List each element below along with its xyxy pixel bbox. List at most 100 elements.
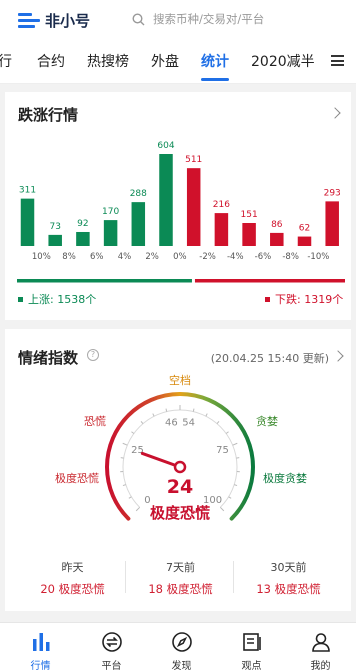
bar-value-label: 311 [19, 186, 36, 196]
bar-value-label: 86 [271, 220, 283, 230]
tab-halving-2020[interactable]: 2020减半 [251, 40, 315, 84]
bar-value-label: 604 [157, 141, 174, 151]
gauge-tick [152, 413, 155, 417]
rise-fall-card: 跌涨行情 311 73 92 170 288 604 511 216 151 86 62 293 10%… [5, 92, 351, 320]
nav-market[interactable]: 行情 [5, 623, 76, 671]
category-tick-label: 4% [118, 252, 132, 262]
tab-market[interactable]: 行 [0, 40, 12, 84]
up-proportion-bar [17, 279, 192, 283]
gauge-needle-hub [173, 460, 187, 474]
history-yesterday: 昨天 20 极度恐慌 [15, 559, 130, 597]
exchange-icon [101, 632, 122, 652]
up-count-label: 上涨: 1538个 [28, 293, 97, 306]
category-tick-label: -4% [227, 252, 244, 262]
search-input[interactable]: 搜索币种/交易对/平台 [132, 11, 264, 27]
bar-value-label: 511 [185, 155, 202, 165]
bar-value-label: 62 [299, 224, 310, 234]
search-placeholder: 搜索币种/交易对/平台 [153, 12, 265, 26]
gauge-arc [105, 392, 255, 521]
bar [297, 236, 312, 246]
bar-value-label: 293 [324, 188, 341, 198]
bar-value-label: 288 [130, 189, 147, 199]
bar-value-label: 170 [102, 207, 119, 217]
user-icon [311, 633, 330, 652]
bar [103, 220, 118, 246]
gauge-tick [165, 408, 168, 412]
nav-discover[interactable]: 发现 [146, 623, 217, 671]
app-root: 非小号 搜索币种/交易对/平台 行 合约 热搜榜 外盘 统计 2020减半 跌涨… [0, 0, 356, 671]
sentiment-card: 情绪指数 ? (20.04.25 15:40 更新) 0 25 46 54 75 100 2… [5, 329, 351, 611]
nav-label: 我的 [310, 661, 331, 671]
top-bar: 非小号 搜索币种/交易对/平台 [0, 0, 356, 40]
active-tab-indicator [201, 78, 229, 81]
tab-contract[interactable]: 合约 [37, 40, 65, 84]
category-tabs: 行 合约 热搜榜 外盘 统计 2020减半 [0, 40, 356, 84]
gauge-tick [205, 413, 208, 417]
gauge-tick [128, 496, 132, 499]
gauge-tick [219, 506, 225, 512]
tab-foreign-market[interactable]: 外盘 [151, 40, 179, 84]
gauge-tick [216, 421, 220, 424]
down-legend: 下跌: 1319个 [265, 291, 343, 307]
nav-mine[interactable]: 我的 [285, 623, 356, 671]
gauge-tick [122, 442, 128, 446]
menu-icon[interactable] [331, 55, 344, 66]
bar-value-label: 92 [77, 219, 88, 229]
history-value: 18 极度恐慌 [148, 582, 213, 596]
search-icon [132, 12, 145, 25]
up-legend: 上涨: 1538个 [18, 291, 96, 307]
zone-label-extreme-fear: 极度恐慌 [55, 472, 99, 485]
history-value: 20 极度恐慌 [40, 582, 105, 596]
nav-label: 行情 [30, 661, 51, 671]
bar-value-label: 151 [241, 210, 258, 220]
gauge-tick [228, 496, 232, 499]
category-tick-label: 0% [173, 252, 187, 262]
history-7-days: 7天前 18 极度恐慌 [123, 559, 238, 597]
gauge-tick-label: 75 [216, 445, 229, 456]
down-proportion-bar [194, 279, 345, 283]
bar-value-label: 73 [49, 222, 60, 232]
gauge-tick-label: 46 [165, 417, 178, 428]
category-tick-label: 10% [32, 252, 51, 262]
nav-opinion[interactable]: 观点 [216, 623, 287, 671]
nav-label: 观点 [241, 661, 262, 671]
tab-hot-search[interactable]: 热搜榜 [87, 40, 129, 84]
logo-text: 非小号 [45, 11, 91, 30]
compass-icon [171, 632, 192, 652]
gauge-tick [135, 506, 141, 512]
category-tick-label: -10% [307, 252, 329, 262]
gauge-tick [225, 431, 229, 434]
article-icon [242, 633, 261, 651]
down-legend-swatch [265, 296, 270, 302]
category-tick-label: 8% [62, 252, 76, 262]
gauge-state-label: 极度恐慌 [150, 504, 210, 522]
logo[interactable]: 非小号 [18, 10, 90, 31]
gauge-tick [192, 408, 195, 412]
nav-label: 发现 [171, 661, 192, 671]
bar [76, 231, 90, 246]
history-label: 7天前 [166, 561, 195, 574]
bar [270, 232, 284, 246]
history-label: 昨天 [61, 561, 84, 574]
history-30-days: 30天前 13 极度恐慌 [231, 559, 346, 597]
up-legend-swatch [18, 296, 23, 302]
category-tick-label: -2% [199, 252, 216, 262]
gauge-tick [131, 431, 135, 434]
gauge-tick [140, 421, 144, 424]
bar [131, 202, 146, 246]
bar [20, 198, 35, 246]
zone-label-fear: 恐慌 [84, 415, 106, 428]
sentiment-history: 昨天 20 极度恐慌 7天前 18 极度恐慌 30天前 13 极度恐慌 [5, 559, 351, 599]
bar [242, 223, 256, 246]
gauge-tick [232, 442, 238, 446]
bar [325, 201, 339, 246]
bar-chart-icon [32, 633, 49, 651]
bar [48, 234, 62, 246]
history-label: 30天前 [270, 561, 307, 574]
zone-label-greed: 贪婪 [256, 415, 278, 428]
gauge-value: 24 [167, 476, 193, 498]
category-tick-label: 6% [90, 252, 104, 262]
bar [159, 154, 173, 246]
nav-platform[interactable]: 平台 [76, 623, 147, 671]
logo-icon [18, 12, 40, 28]
